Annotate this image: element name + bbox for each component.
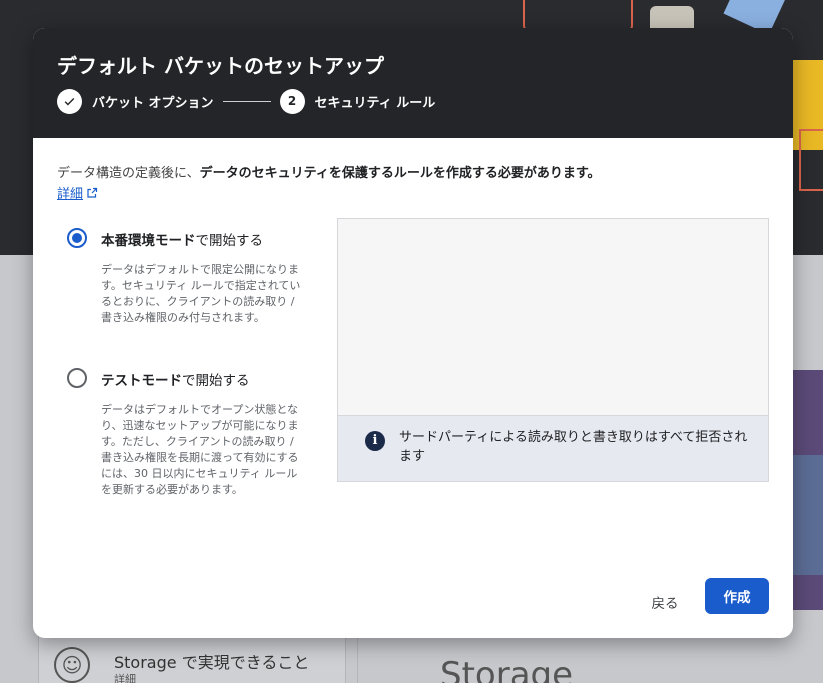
step-connector [222,100,271,102]
create-button[interactable]: 作成 [705,578,769,614]
production-mode-description: データはデフォルトで限定公開になります。セキュリティ ルールで指定されているとお… [101,263,301,324]
dialog-title: デフォルト バケットのセットアップ [57,54,384,78]
background-card-link: 詳細 [114,673,136,683]
smile-icon: ☺ [54,647,90,683]
intro-bold: データのセキュリティを保護するルールを作成する必要があります。 [199,166,601,181]
step-1-label: バケット オプション [92,95,214,111]
production-mode-title: 本番環境モードで開始する [101,229,263,249]
background-storage-text: Storage [440,655,574,683]
rules-preview-panel: i サードパーティによる読み取りと書き取りはすべて拒否されます [337,218,769,482]
intro-prefix: データ構造の定義後に、 [57,166,200,181]
learn-more-link[interactable]: 詳細 [57,183,98,202]
test-mode-description: データはデフォルトでオープン状態となり、迅速なセットアップが可能になります。ただ… [101,403,299,496]
rules-info-banner: i サードパーティによる読み取りと書き取りはすべて拒否されます [338,415,768,481]
background-card-title: Storage で実現できること [114,653,310,672]
stepper: バケット オプション 2 セキュリティ ルール [57,88,435,114]
external-link-icon [87,187,98,198]
test-mode-title-rest: で開始する [182,373,250,389]
learn-more-label: 詳細 [57,187,84,202]
info-icon: i [365,431,385,451]
dialog-header: デフォルト バケットのセットアップ バケット オプション 2 セキュリティ ルー… [33,28,793,138]
intro-text: データ構造の定義後に、データのセキュリティを保護するルールを作成する必要がありま… [57,162,601,181]
test-mode-title-bold: テストモード [101,373,182,389]
test-mode-radio[interactable] [67,368,87,388]
test-mode-title: テストモードで開始する [101,369,250,389]
rules-info-text: サードパーティによる読み取りと書き取りはすべて拒否されます [399,430,748,464]
production-mode-option[interactable]: 本番環境モードで開始する データはデフォルトで限定公開になります。セキュリティ … [67,228,307,353]
step-2-number: 2 [279,88,305,114]
production-mode-radio[interactable] [67,228,87,248]
background-right-panel [357,638,823,683]
production-mode-title-bold: 本番環境モード [101,233,196,249]
check-icon [57,88,82,114]
background-illustration-right [793,370,823,610]
setup-dialog: デフォルト バケットのセットアップ バケット オプション 2 セキュリティ ルー… [33,28,793,638]
step-2-label: セキュリティ ルール [314,95,436,111]
test-mode-option[interactable]: テストモードで開始する データはデフォルトでオープン状態となり、迅速なセットアッ… [67,368,307,518]
back-button[interactable]: 戻る [641,586,689,618]
production-mode-title-rest: で開始する [195,233,264,249]
